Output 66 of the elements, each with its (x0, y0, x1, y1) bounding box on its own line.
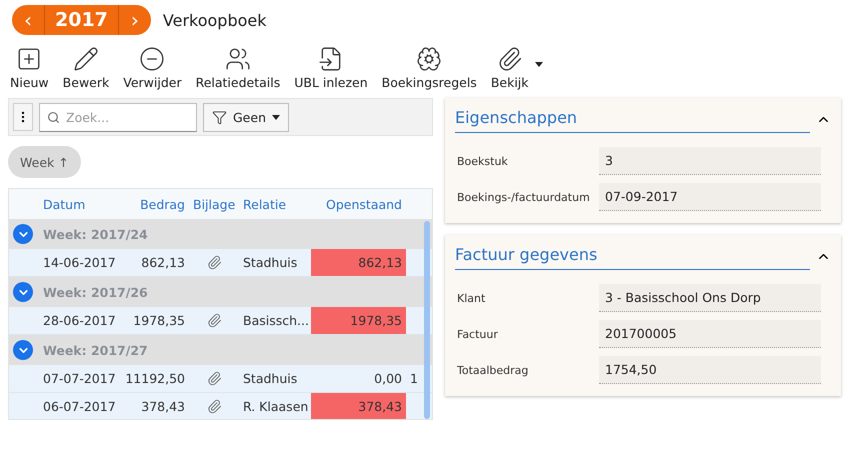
table-cell-text: 0,00 (373, 370, 403, 388)
column-header[interactable]: Relatie (239, 196, 311, 212)
toolbar-button[interactable]: UBL inlezen (292, 46, 370, 90)
collapse-toggle[interactable] (13, 282, 33, 302)
table-cell: 862,13 (311, 249, 406, 276)
group-label: Week: 2017/26 (43, 284, 148, 300)
table-cell-text: 1978,35 (132, 313, 186, 328)
grouping-chip[interactable]: Week ↑ (8, 146, 81, 178)
attachment-icon[interactable] (206, 255, 222, 270)
filter-icon (212, 110, 227, 124)
column-header[interactable]: Bijlage (189, 196, 239, 212)
field-value[interactable]: 07-09-2017 (599, 183, 821, 211)
toolbar-button[interactable]: Relatiedetails (194, 46, 282, 90)
collapse-toggle[interactable] (13, 340, 33, 360)
year-label: 2017 (44, 5, 119, 35)
table-cell-text: R. Klaasen (242, 399, 310, 414)
pencil-icon (72, 46, 99, 72)
table-cell-text: 11192,50 (124, 371, 186, 386)
search-icon (47, 110, 60, 124)
toolbar-button[interactable]: Nieuw (8, 46, 51, 90)
table-cell: 378,43 (311, 393, 406, 419)
filter-button[interactable]: Geen (203, 102, 289, 132)
table-cell-text: 07-07-2017 (42, 371, 117, 386)
toolbar-button[interactable]: Bekijk (488, 46, 545, 90)
people-icon (224, 46, 251, 72)
field-label: Factuur (457, 328, 499, 340)
collapse-toggle[interactable] (13, 224, 33, 244)
scrollbar[interactable] (424, 221, 430, 419)
more-button[interactable] (13, 103, 33, 131)
table-cell-text: 06-07-2017 (42, 399, 117, 414)
attachment-icon[interactable] (206, 371, 222, 386)
page-title: Verkoopboek (162, 10, 266, 30)
attachment-icon[interactable] (206, 313, 222, 328)
table-cell-text: 378,43 (140, 399, 186, 414)
field-label: Totaalbedrag (457, 364, 530, 376)
field-value[interactable]: 3 (599, 147, 821, 175)
toolbar-button[interactable]: Boekingsregels (380, 46, 479, 90)
field-value[interactable]: 3 - Basisschool Ons Dorp (599, 284, 821, 312)
column-header[interactable]: Openstaand (311, 196, 406, 212)
paperclip-icon (496, 46, 523, 72)
attachment-icon[interactable] (206, 399, 222, 414)
table-cell-text: Basissch... (242, 313, 310, 328)
table-cell-text: Stadhuis (242, 371, 298, 386)
search-field[interactable]: Zoek... (39, 102, 197, 132)
caret-icon[interactable] (534, 62, 543, 67)
group-label: Week: 2017/27 (43, 342, 148, 358)
card-title: Eigenschappen (455, 106, 810, 133)
table-cell-text: 1 (409, 371, 419, 386)
field-label: Boekstuk (457, 154, 509, 168)
field-value[interactable]: 201700005 (599, 320, 821, 348)
table-cell-text: 14-06-2017 (42, 255, 117, 270)
field-label: Boekings-/factuurdatum (457, 190, 591, 204)
field-label: Klant (457, 292, 486, 304)
table-cell-text: 28-06-2017 (42, 313, 117, 328)
minus-circle-icon (139, 46, 166, 72)
card-title: Factuur gegevens (455, 243, 810, 270)
toolbar-button[interactable]: Verwijder (121, 46, 184, 90)
column-header[interactable]: Bedrag (119, 196, 189, 212)
column-header[interactable]: Datum (39, 196, 119, 212)
table-cell: 1978,35 (311, 307, 406, 334)
table-cell-text: 862,13 (140, 255, 186, 270)
field-value[interactable]: 1754,50 (599, 356, 821, 384)
group-label: Week: 2017/24 (43, 226, 148, 242)
plus-square-icon (16, 46, 42, 72)
table-cell-text: Stadhuis (242, 255, 298, 270)
toolbar-button[interactable]: Bewerk (60, 46, 112, 90)
